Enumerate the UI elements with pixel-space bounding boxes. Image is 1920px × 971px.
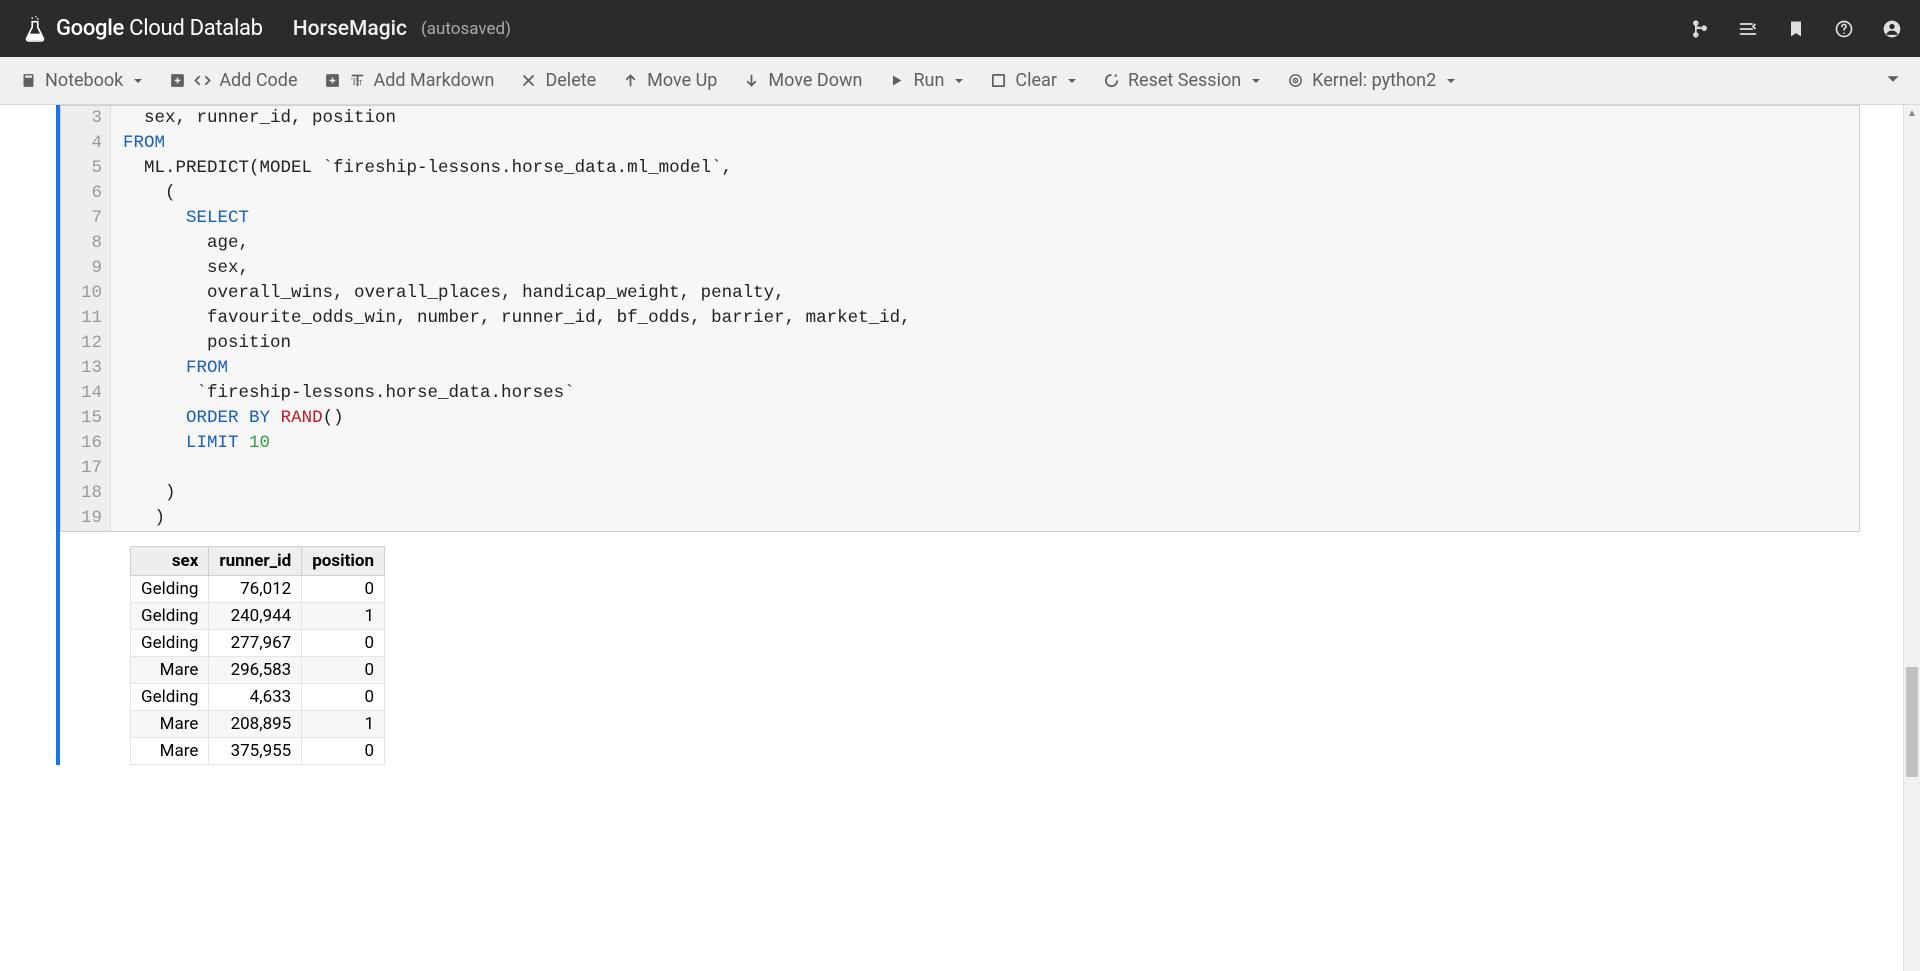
toolbar: Notebook Add Code TT Add Markdown Delete…	[0, 57, 1920, 105]
caret-down-icon	[133, 76, 143, 86]
move-up-button[interactable]: Move Up	[622, 70, 717, 91]
scrollbar-thumb[interactable]	[1906, 667, 1918, 777]
caret-down-icon	[1446, 76, 1456, 86]
move-down-button[interactable]: Move Down	[743, 70, 862, 91]
table-body: Gelding76,0120Gelding240,9441Gelding277,…	[131, 576, 385, 765]
list-icon[interactable]	[1738, 19, 1758, 39]
bookmark-icon[interactable]	[1786, 19, 1806, 39]
arrow-up-icon	[622, 72, 639, 89]
delete-button[interactable]: Delete	[520, 70, 596, 91]
table-row: Gelding4,6330	[131, 684, 385, 711]
logo-text: Google Cloud Datalab	[56, 16, 263, 41]
output-table: sexrunner_idposition Gelding76,0120Geldi…	[130, 546, 385, 765]
line-gutter: 345678910111213141516171819	[61, 106, 111, 531]
git-icon[interactable]	[1690, 19, 1710, 39]
add-code-button[interactable]: Add Code	[169, 70, 297, 91]
reset-icon	[1103, 72, 1120, 89]
svg-text:T: T	[351, 77, 357, 88]
code-cell[interactable]: 345678910111213141516171819 sex, runner_…	[56, 105, 1860, 765]
caret-down-icon	[1251, 76, 1261, 86]
caret-down-icon	[1067, 76, 1077, 86]
table-row: Mare375,9550	[131, 738, 385, 765]
notebook-menu-button[interactable]: Notebook	[20, 70, 143, 91]
plus-icon	[324, 72, 341, 89]
code-icon	[194, 72, 211, 89]
output-area: sexrunner_idposition Gelding76,0120Geldi…	[60, 532, 1860, 765]
code-editor[interactable]: 345678910111213141516171819 sex, runner_…	[60, 105, 1860, 532]
scrollbar-up-icon[interactable]: ▲	[1904, 105, 1920, 122]
notebook-area[interactable]: 345678910111213141516171819 sex, runner_…	[0, 105, 1920, 971]
scrollbar[interactable]: ▲	[1903, 105, 1920, 971]
arrow-down-icon	[743, 72, 760, 89]
run-button[interactable]: Run	[888, 70, 964, 91]
clear-icon	[990, 72, 1007, 89]
toolbar-overflow-button[interactable]	[1886, 70, 1900, 91]
account-icon[interactable]	[1882, 19, 1902, 39]
close-icon	[520, 72, 537, 89]
table-row: Gelding76,0120	[131, 576, 385, 603]
table-row: Gelding277,9670	[131, 630, 385, 657]
kernel-icon	[1287, 72, 1304, 89]
table-row: Mare296,5830	[131, 657, 385, 684]
datalab-flask-icon	[24, 16, 46, 42]
plus-icon	[169, 72, 186, 89]
notebook-icon	[20, 72, 37, 89]
svg-text:T: T	[358, 79, 363, 87]
logo: Google Cloud Datalab	[24, 16, 263, 42]
text-icon: TT	[349, 72, 366, 89]
caret-down-icon	[954, 76, 964, 86]
table-row: Mare208,8951	[131, 711, 385, 738]
table-row: Gelding240,9441	[131, 603, 385, 630]
table-header-row: sexrunner_idposition	[131, 547, 385, 576]
autosaved-status: (autosaved)	[421, 19, 511, 39]
play-icon	[888, 72, 905, 89]
reset-session-button[interactable]: Reset Session	[1103, 70, 1261, 91]
kernel-button[interactable]: Kernel: python2	[1287, 70, 1456, 91]
app-header: Google Cloud Datalab HorseMagic (autosav…	[0, 0, 1920, 57]
help-icon[interactable]	[1834, 19, 1854, 39]
code-body[interactable]: sex, runner_id, positionFROM ML.PREDICT(…	[111, 106, 1859, 531]
caret-down-icon	[1886, 72, 1900, 86]
add-markdown-button[interactable]: TT Add Markdown	[324, 70, 495, 91]
notebook-title[interactable]: HorseMagic	[293, 17, 407, 41]
clear-button[interactable]: Clear	[990, 70, 1077, 91]
